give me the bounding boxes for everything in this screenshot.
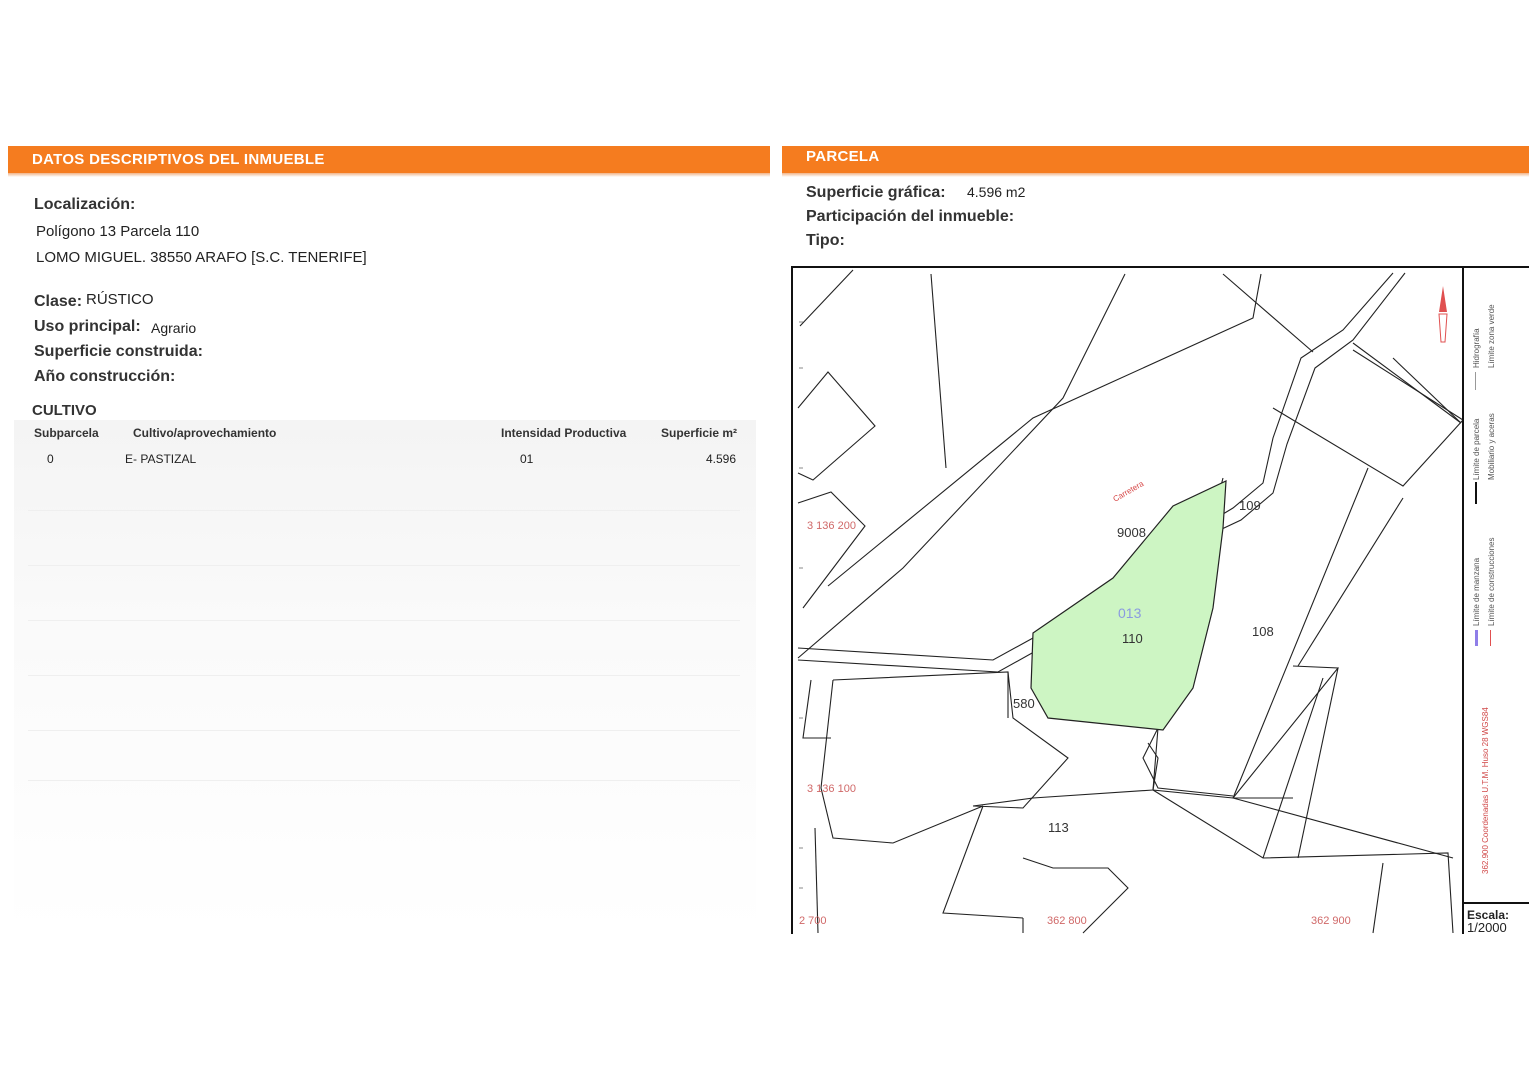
parcel-580-label: 580 bbox=[1013, 696, 1035, 711]
superficie-construida-label: Superficie construida: bbox=[34, 343, 203, 360]
legend-item-manzana: Límite de manzana bbox=[1472, 557, 1481, 626]
cell-intensidad: 01 bbox=[520, 452, 534, 466]
superficie-grafica-value: 4.596 m2 bbox=[967, 184, 1026, 200]
superficie-grafica-label: Superficie gráfica: bbox=[806, 184, 946, 201]
coord-x2: 362 900 bbox=[1311, 915, 1351, 927]
coord-y1: 3 136 200 bbox=[807, 520, 856, 532]
cadastral-map[interactable]: 9008 109 013 110 108 580 113 Carretera 3… bbox=[791, 266, 1529, 934]
legend-crs: 362.900 Coordenadas U.T.M. Huso 28 WGS84 bbox=[1481, 707, 1490, 874]
uso-principal-label: Uso principal: bbox=[34, 318, 141, 335]
col-superficie: Superficie m² bbox=[661, 426, 738, 440]
boundary-line bbox=[1232, 665, 1340, 799]
address-line-2: LOMO MIGUEL. 38550 ARAFO [S.C. TENERIFE] bbox=[36, 249, 367, 266]
north-arrow-icon bbox=[1438, 286, 1448, 343]
parcela-header: PARCELA bbox=[782, 146, 1529, 177]
map-svg: 9008 109 013 110 108 580 113 Carretera 3… bbox=[797, 269, 1464, 934]
parcel-9008-label: 9008 bbox=[1117, 525, 1146, 540]
boundary-line bbox=[820, 679, 984, 844]
anio-construccion-label: Año construcción: bbox=[34, 368, 176, 385]
boundary-line bbox=[1142, 727, 1234, 797]
localizacion-label: Localización: bbox=[34, 196, 136, 213]
boundary-line bbox=[1272, 349, 1464, 487]
parcel-109-label: 109 bbox=[1239, 498, 1261, 513]
row-divider bbox=[28, 675, 740, 676]
legend-item-hidrografia: Hidrografía bbox=[1472, 328, 1481, 368]
legend-item-parcela: Límite de parcela bbox=[1472, 418, 1481, 480]
legend-divider bbox=[1463, 902, 1529, 904]
boundary-line bbox=[1372, 862, 1384, 934]
boundary-line bbox=[797, 273, 1126, 659]
escala-value: 1/2000 bbox=[1467, 920, 1507, 935]
uso-principal-value: Agrario bbox=[151, 320, 197, 336]
cell-superficie: 4.596 bbox=[706, 452, 737, 466]
row-divider bbox=[28, 620, 740, 621]
address-line-1: Polígono 13 Parcela 110 bbox=[36, 223, 200, 240]
tipo-label: Tipo: bbox=[806, 232, 845, 249]
boundary-line bbox=[942, 805, 1024, 919]
legend-swatch-hidro bbox=[1475, 372, 1476, 390]
parcel-108-label: 108 bbox=[1252, 624, 1274, 639]
parcel-110-label: 110 bbox=[1122, 631, 1143, 646]
legend-separator bbox=[1462, 268, 1464, 934]
road-label: Carretera bbox=[1112, 479, 1146, 504]
row-divider bbox=[28, 510, 740, 511]
boundary-line bbox=[1222, 273, 1314, 353]
boundary-line bbox=[1352, 342, 1462, 424]
boundary-line bbox=[797, 371, 876, 481]
col-cultivo: Cultivo/aprovechamiento bbox=[133, 426, 277, 440]
cell-subparcela: 0 bbox=[47, 452, 54, 466]
legend-item-construcciones: Límite de construcciones bbox=[1487, 537, 1496, 627]
col-subparcela: Subparcela bbox=[34, 426, 99, 440]
row-divider bbox=[28, 780, 740, 781]
boundary-line bbox=[1297, 667, 1339, 859]
descriptive-data-header: DATOS DESCRIPTIVOS DEL INMUEBLE bbox=[8, 146, 770, 177]
boundary-line bbox=[797, 491, 866, 609]
boundary-line bbox=[832, 671, 1069, 809]
coord-x0: 2 700 bbox=[799, 915, 827, 927]
boundary-line bbox=[972, 789, 1154, 807]
boundary-line bbox=[1152, 789, 1454, 934]
coord-x1: 362 800 bbox=[1047, 915, 1087, 927]
clase-label: Clase: bbox=[34, 293, 83, 310]
boundary-line bbox=[1297, 497, 1404, 667]
legend-item-zona-verde: Límite zona verde bbox=[1487, 304, 1496, 368]
participacion-label: Participación del inmueble: bbox=[806, 208, 1015, 225]
coord-y2: 3 136 100 bbox=[807, 783, 856, 795]
parcel-113-label: 113 bbox=[1048, 820, 1069, 835]
cultivo-title: CULTIVO bbox=[32, 402, 97, 419]
boundary-line bbox=[802, 679, 831, 739]
legend-swatch-manzana bbox=[1475, 630, 1478, 646]
legend-swatch-parcela bbox=[1475, 482, 1477, 504]
clase-value: RÚSTICO bbox=[86, 291, 154, 308]
row-divider bbox=[28, 565, 740, 566]
boundary-line bbox=[930, 273, 947, 469]
col-intensidad: Intensidad Productiva bbox=[501, 426, 627, 440]
boundary-line bbox=[799, 269, 854, 327]
boundary-line bbox=[1392, 357, 1462, 424]
poligono-label: 013 bbox=[1118, 605, 1142, 621]
row-divider bbox=[28, 730, 740, 731]
legend-swatch-construcciones bbox=[1490, 630, 1491, 646]
cultivo-panel bbox=[14, 420, 756, 936]
cell-cultivo: E- PASTIZAL bbox=[125, 452, 197, 466]
boundary-line bbox=[1262, 677, 1324, 859]
legend-item-mobiliario: Mobiliario y aceras bbox=[1487, 413, 1496, 480]
